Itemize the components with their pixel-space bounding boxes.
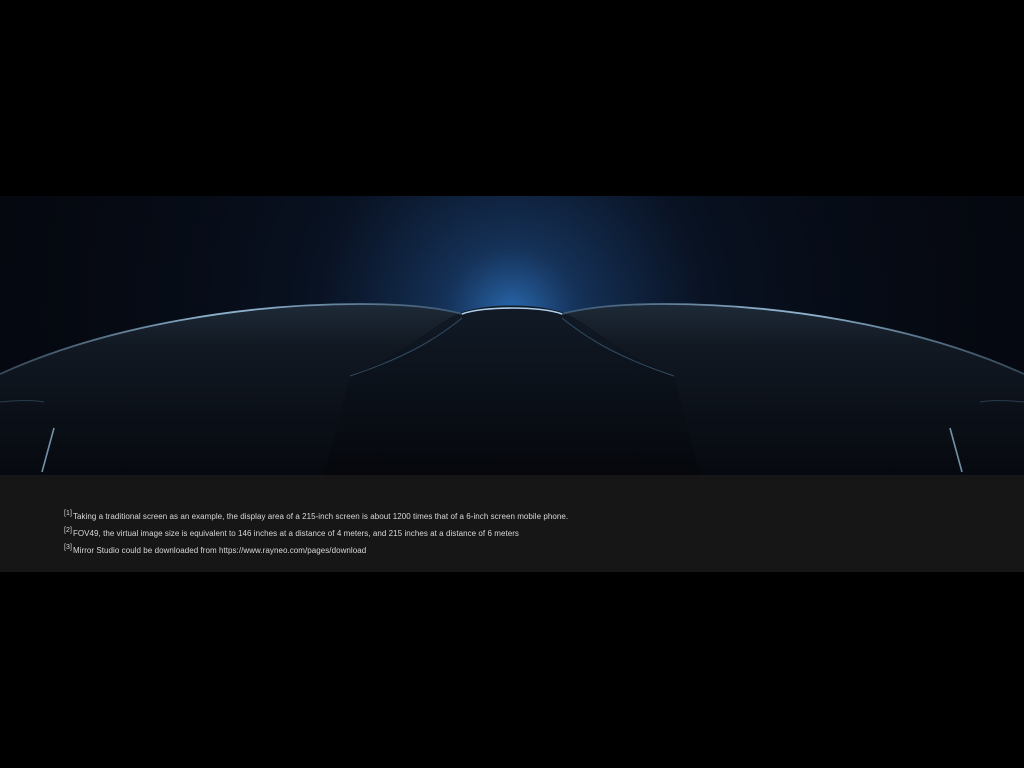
- footnote-item: [2]FOV49, the virtual image size is equi…: [64, 522, 1024, 539]
- footnotes-section: [1]Taking a traditional screen as an exa…: [0, 475, 1024, 572]
- footnote-marker: [3]: [64, 544, 72, 551]
- footnote-marker: [1]: [64, 510, 72, 517]
- hero-banner: [0, 196, 1024, 475]
- page: [1]Taking a traditional screen as an exa…: [0, 0, 1024, 768]
- footnote-item: [1]Taking a traditional screen as an exa…: [64, 505, 1024, 522]
- footnote-text: FOV49, the virtual image size is equival…: [72, 529, 519, 538]
- footnote-marker: [2]: [64, 527, 72, 534]
- footnote-text: Taking a traditional screen as an exampl…: [72, 512, 569, 521]
- vr-headset-silhouette-icon: [0, 196, 1024, 475]
- footnote-text: Mirror Studio could be downloaded from h…: [72, 546, 367, 555]
- footnote-item: [3]Mirror Studio could be downloaded fro…: [64, 539, 1024, 556]
